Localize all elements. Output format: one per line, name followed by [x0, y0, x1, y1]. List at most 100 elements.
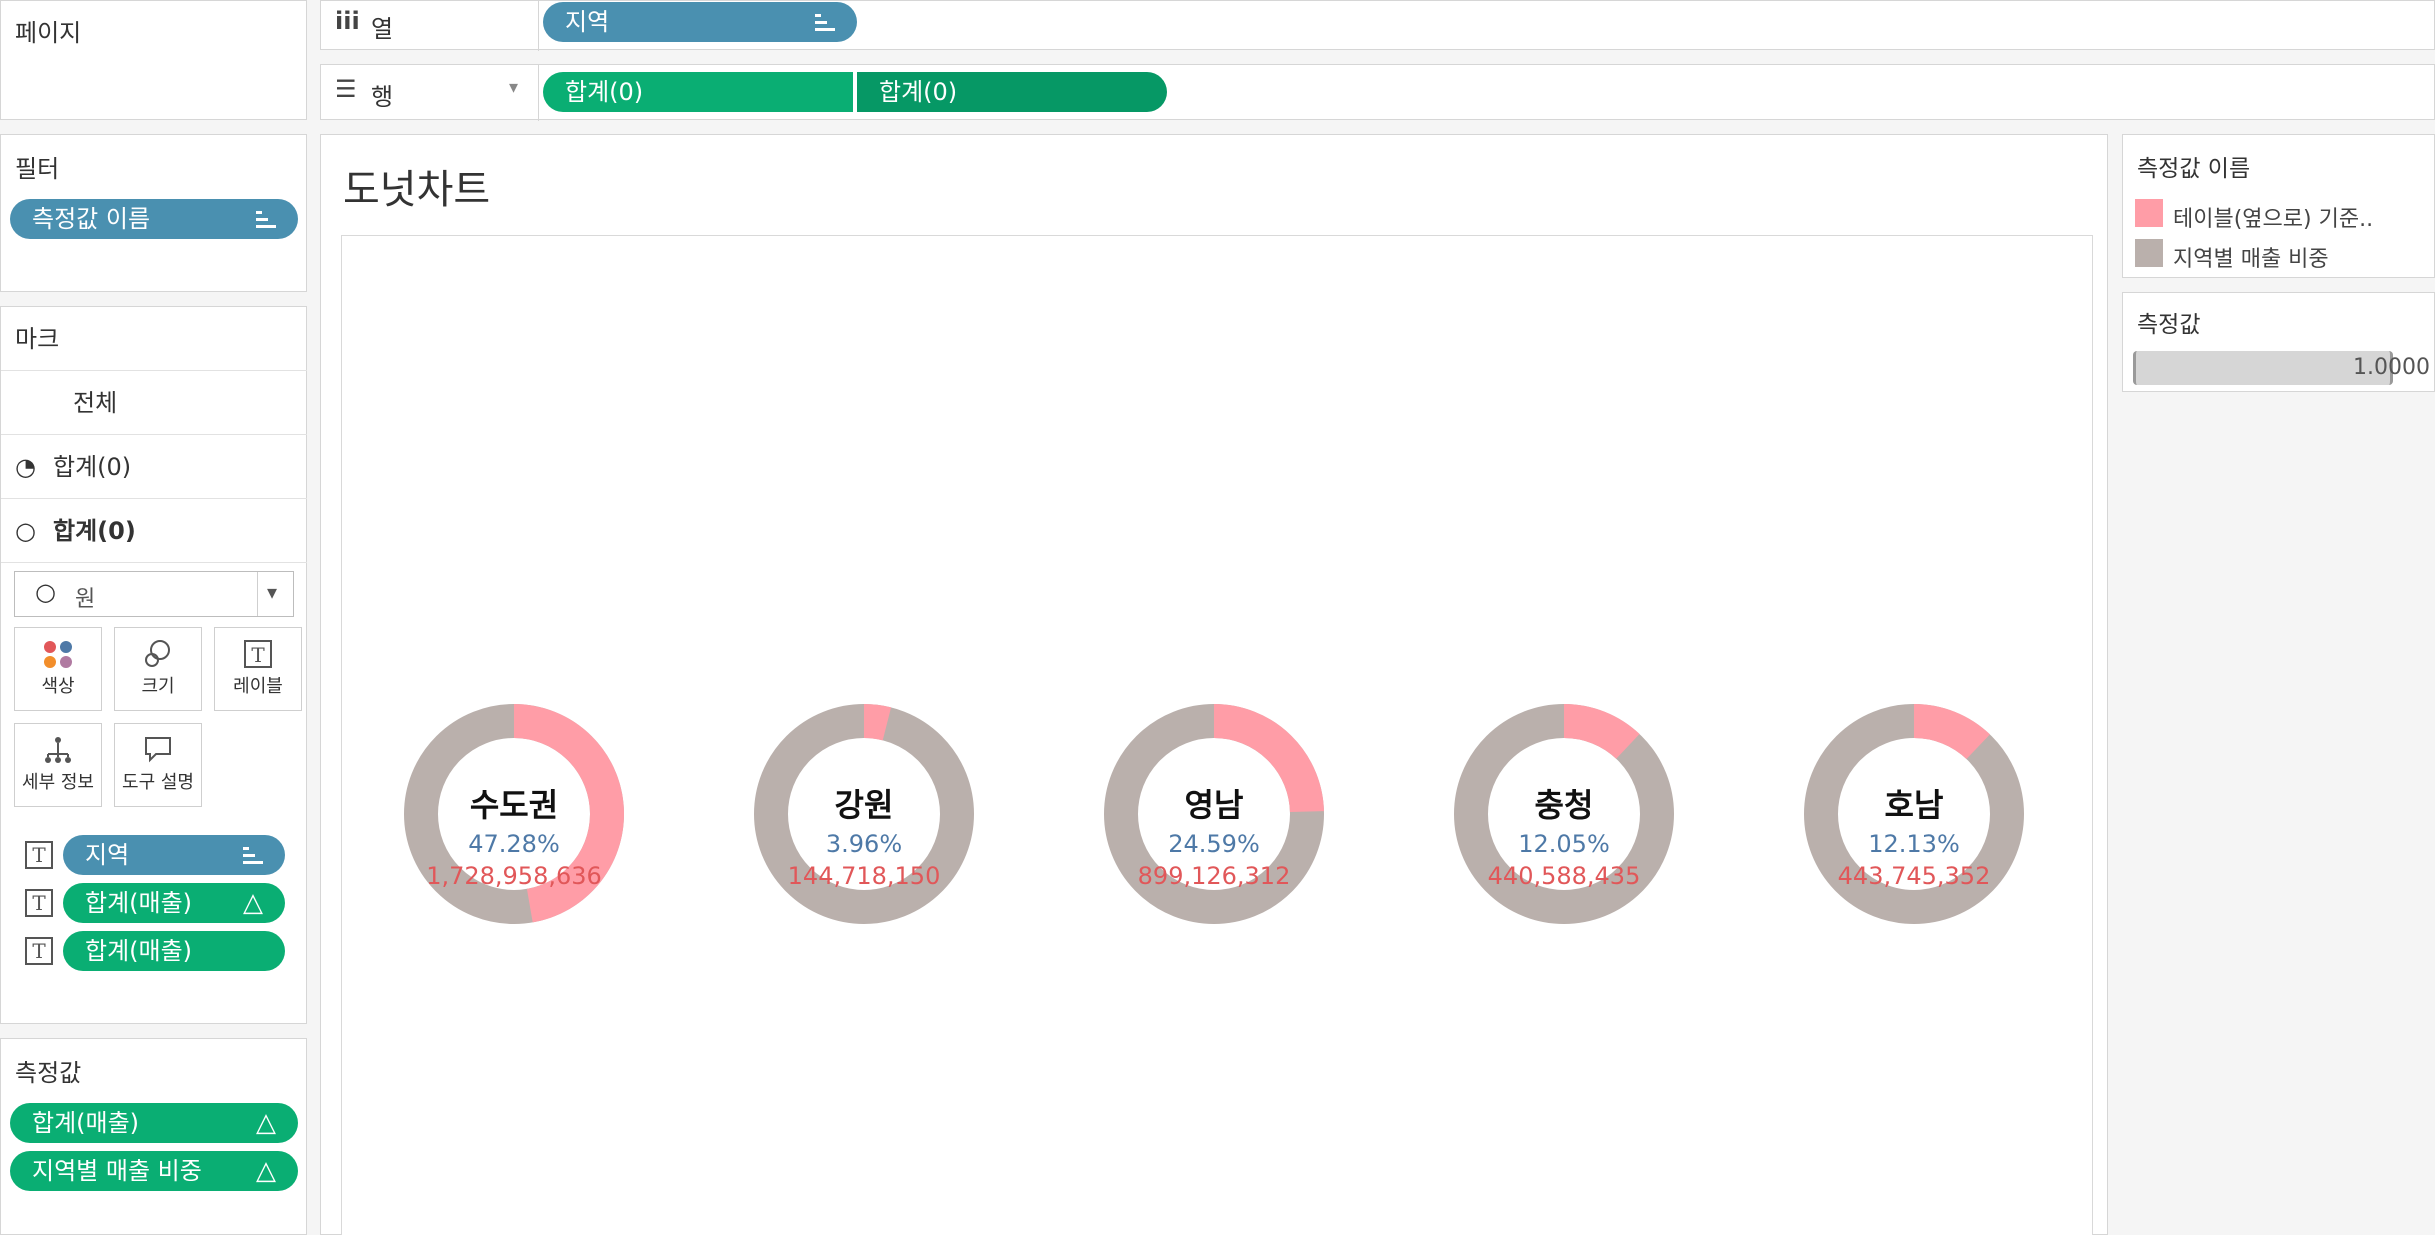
marks-tab-layer-2[interactable]: ○ 합계(0) — [1, 499, 307, 563]
card-label: 도구 설명 — [122, 772, 194, 793]
detail-card-button[interactable]: 세부 정보 — [14, 723, 102, 807]
pie-icon: ◔ — [15, 453, 36, 481]
tooltip-speech-icon — [115, 724, 201, 768]
region-name: 충청 — [1534, 786, 1594, 824]
region-name: 영남 — [1184, 786, 1244, 824]
sales-value: 443,745,352 — [1837, 862, 1991, 890]
columns-icon: iii — [335, 7, 360, 35]
filters-card[interactable]: 필터 측정값 이름 — [0, 134, 307, 292]
sales-value: 1,728,958,636 — [426, 862, 602, 890]
color-legend: 측정값 이름 테이블(옆으로) 기준.. 지역별 매출 비중 — [2122, 134, 2435, 278]
table-calc-delta-icon: △ — [256, 1156, 276, 1186]
size-legend-title: 측정값 — [2137, 312, 2201, 338]
donut-share-slice[interactable] — [1563, 704, 1640, 760]
legend-label: 테이블(옆으로) 기준.. — [2173, 207, 2374, 232]
mark-type-dropdown[interactable]: ○ 원 ▾ — [14, 571, 294, 617]
rows-pill-sum-2[interactable]: 합계(0) — [857, 72, 1167, 112]
dropdown-divider — [257, 572, 258, 616]
share-percent: 12.13% — [1868, 830, 1960, 858]
mark-type-label: 원 — [75, 587, 96, 612]
layer-label: 합계(0) — [53, 453, 132, 481]
legend-swatch — [2135, 199, 2163, 227]
pill-label: 합계(매출) — [85, 937, 193, 965]
pages-shelf-title: 페이지 — [15, 19, 82, 47]
sales-value: 440,588,435 — [1487, 862, 1641, 890]
layer-label: 합계(0) — [53, 517, 136, 545]
rows-dropdown-icon[interactable]: ▾ — [509, 77, 518, 98]
color-legend-title: 측정값 이름 — [2137, 156, 2251, 182]
circle-icon: ○ — [35, 578, 56, 606]
measure-pill-region-share[interactable]: 지역별 매출 비중 △ — [10, 1151, 298, 1191]
text-field-icon: T — [25, 889, 53, 917]
sort-icon — [243, 847, 263, 865]
rows-icon: ☰ — [335, 75, 357, 103]
shelf-divider — [538, 65, 539, 121]
marks-tab-layer-1[interactable]: ◔ 합계(0) — [1, 435, 307, 499]
donut-share-slice[interactable] — [863, 704, 892, 741]
marks-title-row: 마크 — [1, 307, 307, 371]
text-field-icon: T — [25, 841, 53, 869]
card-label: 크기 — [141, 676, 175, 697]
share-percent: 24.59% — [1168, 830, 1260, 858]
card-label: 색상 — [41, 676, 75, 697]
region-name: 호남 — [1884, 786, 1944, 824]
legend-item[interactable]: 테이블(옆으로) 기준.. — [2123, 195, 2435, 232]
marks-tab-all[interactable]: 전체 — [1, 371, 307, 435]
share-percent: 3.96% — [825, 830, 903, 858]
sales-value: 144,718,150 — [787, 862, 941, 890]
size-card-button[interactable]: 크기 — [114, 627, 202, 711]
pill-label: 합계(0) — [879, 78, 958, 106]
pill-label: 지역별 매출 비중 — [32, 1157, 202, 1185]
rows-shelf[interactable]: ☰ 행 ▾ 합계(0) 합계(0) — [320, 64, 2435, 121]
card-label: 세부 정보 — [22, 772, 94, 793]
label-card-button[interactable]: T 레이블 — [214, 627, 302, 711]
measure-pill-sales[interactable]: 합계(매출) △ — [10, 1103, 298, 1143]
pill-label: 합계(0) — [565, 78, 644, 106]
columns-shelf-label: 열 — [371, 15, 394, 43]
measure-values-card[interactable]: 측정값 합계(매출) △ 지역별 매출 비중 △ — [0, 1038, 307, 1235]
detail-tree-icon — [15, 724, 101, 768]
chevron-down-icon: ▾ — [267, 580, 278, 604]
filter-pill-measure-names[interactable]: 측정값 이름 — [10, 199, 298, 239]
donut-center-label: 호남 12.13% 443,745,352 — [1784, 780, 2044, 890]
measure-values-title: 측정값 — [15, 1059, 82, 1087]
pill-label: 지역 — [565, 8, 610, 36]
legend-swatch — [2135, 239, 2163, 267]
color-card-button[interactable]: 색상 — [14, 627, 102, 711]
donut-center-label: 충청 12.05% 440,588,435 — [1434, 780, 1694, 890]
pill-label: 합계(매출) — [32, 1109, 140, 1137]
donut-center-label: 영남 24.59% 899,126,312 — [1084, 780, 1344, 890]
pill-label: 측정값 이름 — [32, 205, 151, 233]
region-name: 수도권 — [469, 786, 559, 824]
donut-share-slice[interactable] — [1913, 704, 1990, 760]
circle-icon: ○ — [15, 517, 36, 545]
columns-shelf[interactable]: iii 열 지역 — [320, 0, 2435, 51]
pill-label: 합계(매출) — [85, 889, 193, 917]
table-calc-delta-icon: △ — [243, 888, 263, 918]
sort-icon — [256, 211, 276, 229]
text-field-icon: T — [25, 937, 53, 965]
tooltip-card-button[interactable]: 도구 설명 — [114, 723, 202, 807]
color-dots-icon — [15, 628, 101, 672]
size-circles-icon — [115, 628, 201, 672]
share-percent: 47.28% — [468, 830, 560, 858]
marks-field-sales[interactable]: 합계(매출) — [63, 931, 285, 971]
region-name: 강원 — [834, 786, 894, 824]
pages-shelf[interactable]: 페이지 — [0, 0, 307, 120]
share-percent: 12.05% — [1518, 830, 1610, 858]
card-label: 레이블 — [233, 676, 283, 697]
rows-shelf-label: 행 — [371, 83, 394, 111]
view-title: 도넛차트 — [343, 167, 491, 213]
legend-label: 지역별 매출 비중 — [2173, 247, 2329, 272]
chart-pane: 수도권 47.28% 1,728,958,636 강원 3.96% 144,718,150… — [341, 235, 2093, 1235]
size-legend-value: 1.0000 — [2353, 355, 2430, 380]
sort-icon — [815, 14, 835, 32]
donut-chart — [404, 704, 2024, 924]
columns-pill-region[interactable]: 지역 — [543, 2, 857, 42]
donut-center-label: 수도권 47.28% 1,728,958,636 — [384, 780, 644, 890]
rows-pill-sum-1[interactable]: 합계(0) — [543, 72, 853, 112]
marks-field-region[interactable]: 지역 — [63, 835, 285, 875]
legend-item[interactable]: 지역별 매출 비중 — [2123, 235, 2435, 272]
shelf-divider — [538, 1, 539, 51]
marks-field-sales-calc[interactable]: 합계(매출) △ — [63, 883, 285, 923]
